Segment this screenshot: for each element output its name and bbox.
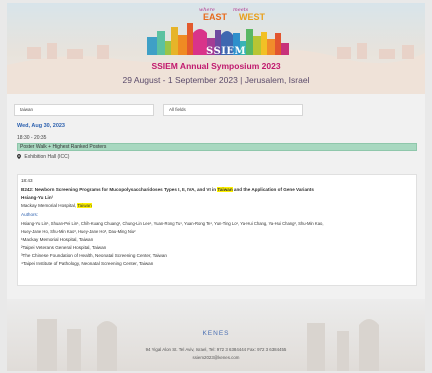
tagline-east: EAST bbox=[203, 12, 228, 22]
location-label: Exhibition Hall (ICC) bbox=[24, 154, 70, 160]
search-input[interactable]: taiwan bbox=[14, 104, 154, 116]
affiliation-1: ¹Mackay Memorial Hospital, Taiwan bbox=[21, 237, 94, 242]
event-dates-location: 29 August - 1 September 2023 | Jerusalem… bbox=[122, 75, 310, 85]
affiliation-text: Mackay Memorial Hospital, bbox=[21, 203, 78, 208]
tagline-west: WEST bbox=[239, 12, 265, 22]
abstract-title[interactable]: B242: Newborn Screening Programs for Muc… bbox=[21, 187, 314, 192]
location-pin-icon bbox=[17, 154, 21, 159]
field-filter-select[interactable]: All fields bbox=[163, 104, 303, 116]
search-bar: taiwan All fields bbox=[14, 104, 418, 116]
abstract-title-text: B242: Newborn Screening Programs for Muc… bbox=[21, 187, 218, 192]
page: where meets EAST WEST SSIEM SSIEM Annual… bbox=[7, 3, 425, 371]
event-title: SSIEM Annual Symposium 2023 bbox=[151, 61, 281, 71]
presenter-name: Hsiang-Yu Lin¹ bbox=[21, 195, 54, 200]
search-highlight: Taiwan bbox=[217, 187, 233, 192]
page-footer: KENES 94 Yigal Alon St. Tel Aviv, Israel… bbox=[7, 299, 425, 371]
affiliation-4: ⁴Taipei Institute of Pathology, Neonatal… bbox=[21, 261, 154, 266]
session-time: 18:30 - 20:35 bbox=[17, 135, 47, 141]
event-banner: where meets EAST WEST SSIEM SSIEM Annual… bbox=[7, 3, 425, 94]
session-location: Exhibition Hall (ICC) bbox=[17, 154, 69, 160]
affiliation-2: ²Taipei Veterans General Hospital, Taiwa… bbox=[21, 245, 107, 250]
ssiem-logo: SSIEM bbox=[206, 46, 247, 57]
search-highlight: Taiwan bbox=[77, 203, 92, 208]
footer-email-link[interactable]: ssiem2023@kenes.com bbox=[7, 355, 425, 360]
organizer-logo[interactable]: KENES bbox=[7, 330, 425, 337]
session-title-bar[interactable]: Poster Walk + Highest Ranked Posters bbox=[17, 143, 417, 151]
abstract-title-text-end: and the Application of Gene Variants bbox=[232, 187, 314, 192]
authors-list: Hsiang-Yu Lin¹, Shuan-Pei Lin¹, Chih-Kua… bbox=[21, 221, 324, 226]
session-title: Poster Walk + Highest Ranked Posters bbox=[20, 144, 107, 150]
authors-label: Authors: bbox=[21, 212, 39, 217]
authors-list-cont: Huey-Jane Ho, Shu-Min Kao³, Huey-Jane Ho… bbox=[21, 229, 136, 234]
affiliation-3: ³The Chinese Foundation of Health, Neona… bbox=[21, 253, 167, 258]
abstract-card[interactable]: 18:43 B242: Newborn Screening Programs f… bbox=[17, 174, 417, 286]
presenter-affiliation: Mackay Memorial Hospital, Taiwan bbox=[21, 203, 92, 208]
session-date: Wed, Aug 30, 2023 bbox=[17, 123, 65, 129]
footer-address: 94 Yigal Alon St. Tel Aviv, Israel, Tel:… bbox=[145, 347, 287, 352]
abstract-time: 18:43 bbox=[21, 178, 33, 183]
